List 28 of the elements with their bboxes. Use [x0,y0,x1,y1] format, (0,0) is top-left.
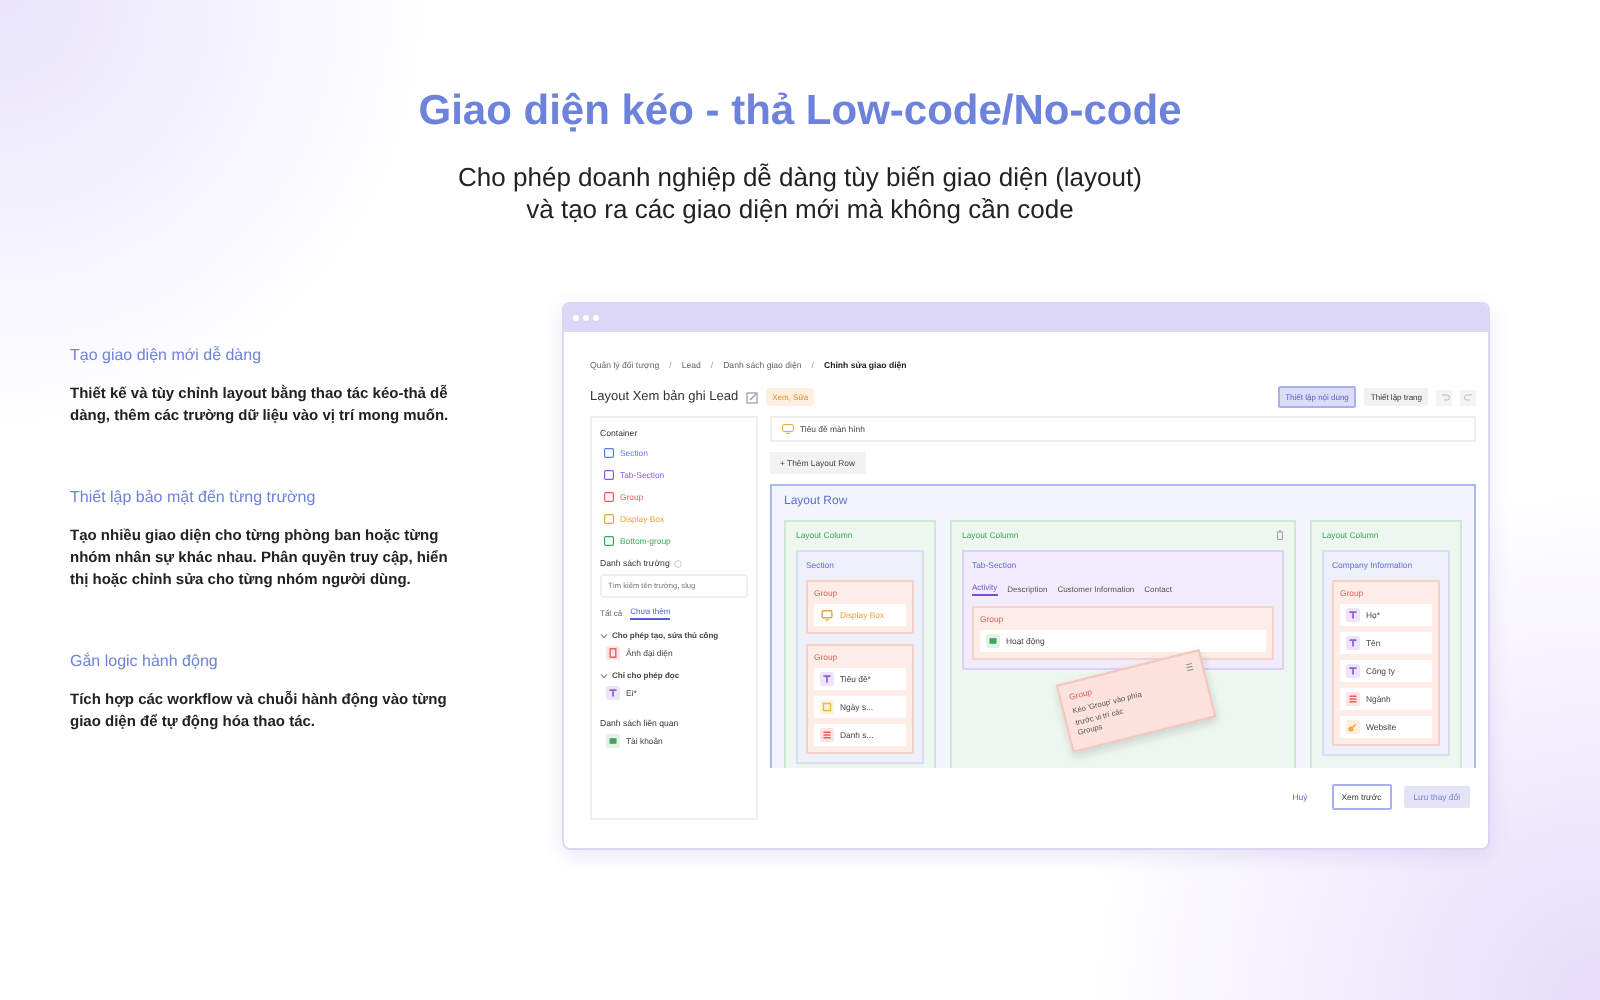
table-icon [606,734,620,748]
trash-icon[interactable] [1276,530,1284,540]
feature-title: Gắn logic hành động [70,652,220,670]
edit-icon[interactable] [746,391,759,403]
chevron-icon[interactable] [600,631,608,639]
subtitle-line: và tạo ra các giao diện mới mà không cần code [524,194,1076,226]
table-icon [986,634,1000,648]
drag-handle-icon[interactable] [1184,661,1195,673]
text-type-icon [1346,608,1360,622]
page-title: Giao diện kéo - thả Low-code/No-code [416,88,1184,136]
monitor-icon [820,608,834,622]
chevron-icon[interactable] [600,671,608,679]
monitor-icon [782,424,794,434]
text-type-icon [1346,636,1360,650]
undo-icon [1439,392,1449,402]
text-type-icon [820,672,834,686]
redo-icon [1463,392,1473,402]
list-icon [820,728,834,742]
text-type-icon [1346,664,1360,678]
window-dots-icon [572,314,600,322]
list-icon [1346,692,1360,706]
redo-button[interactable] [1460,389,1476,405]
info-icon [673,559,682,567]
text-type-icon [606,686,620,700]
feature-title: Tạo giao diện mới dễ dàng [70,346,264,364]
subtitle-line: Cho phép doanh nghiệp dễ dàng tùy biến giao diện (layout) [456,162,1144,194]
undo-button[interactable] [1436,389,1452,405]
feature-title: Thiết lập bảo mật đến từng trường [70,488,318,506]
